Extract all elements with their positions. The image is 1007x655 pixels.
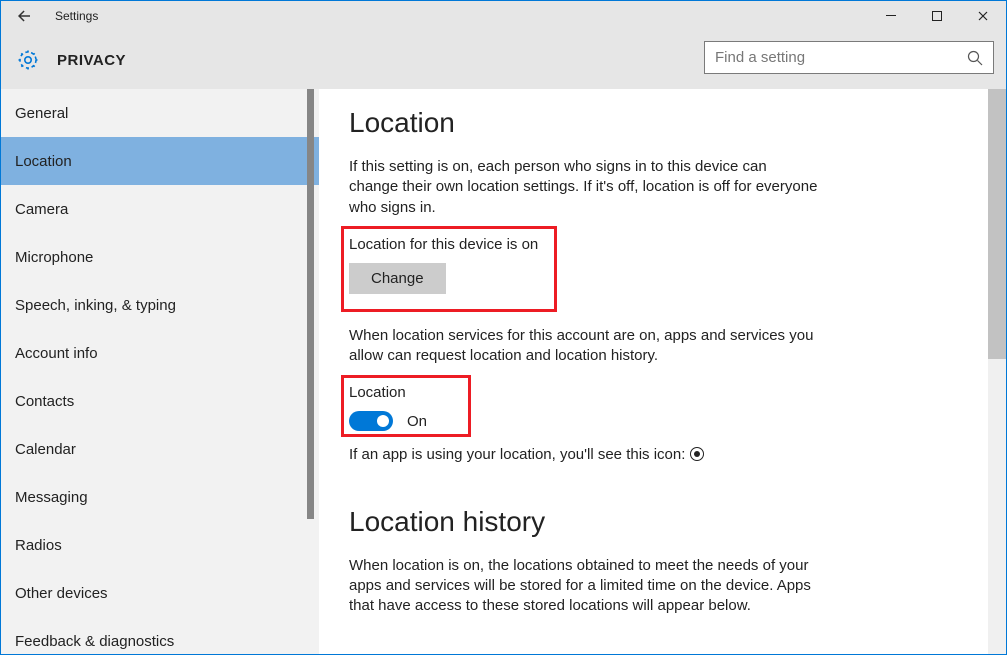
minimize-icon bbox=[886, 11, 896, 21]
location-toggle-label: Location bbox=[349, 384, 479, 401]
gear-icon bbox=[16, 48, 40, 72]
search-box[interactable] bbox=[704, 41, 994, 74]
location-toggle-block: Location On bbox=[349, 384, 479, 431]
sidebar-item-radios[interactable]: Radios bbox=[1, 521, 319, 569]
location-usage-icon-text: If an app is using your location, you'll… bbox=[349, 445, 819, 465]
subheader: PRIVACY bbox=[1, 31, 1006, 89]
sidebar-item-label: Account info bbox=[15, 345, 98, 362]
sidebar-item-label: Camera bbox=[15, 201, 68, 218]
content-scroll-thumb[interactable] bbox=[988, 89, 1006, 359]
search-icon bbox=[967, 50, 983, 66]
device-location-status-label: Location for this device is on bbox=[349, 236, 559, 253]
location-in-use-icon bbox=[690, 447, 704, 461]
sidebar-item-label: Microphone bbox=[15, 249, 93, 266]
sidebar-item-camera[interactable]: Camera bbox=[1, 185, 319, 233]
search-input[interactable] bbox=[715, 49, 961, 66]
location-services-description: When location services for this account … bbox=[349, 326, 819, 367]
sidebar-item-messaging[interactable]: Messaging bbox=[1, 473, 319, 521]
toggle-knob bbox=[377, 415, 389, 427]
location-history-description: When location is on, the locations obtai… bbox=[349, 556, 819, 617]
category-title: PRIVACY bbox=[57, 52, 126, 69]
content: Location If this setting is on, each per… bbox=[319, 89, 988, 654]
close-icon bbox=[978, 11, 988, 21]
change-button[interactable]: Change bbox=[349, 263, 446, 294]
titlebar: Settings bbox=[1, 1, 1006, 31]
sidebar-item-other-devices[interactable]: Other devices bbox=[1, 569, 319, 617]
page-heading-location: Location bbox=[349, 107, 988, 139]
maximize-button[interactable] bbox=[914, 1, 960, 31]
minimize-button[interactable] bbox=[868, 1, 914, 31]
location-description: If this setting is on, each person who s… bbox=[349, 157, 819, 218]
sidebar-item-feedback-diagnostics[interactable]: Feedback & diagnostics bbox=[1, 617, 319, 654]
location-toggle[interactable] bbox=[349, 411, 393, 431]
sidebar-item-general[interactable]: General bbox=[1, 89, 319, 137]
sidebar-item-location[interactable]: Location bbox=[1, 137, 319, 185]
location-toggle-row: On bbox=[349, 411, 479, 431]
close-button[interactable] bbox=[960, 1, 1006, 31]
settings-window: Settings PRIVACY bbox=[0, 0, 1007, 655]
sidebar-item-speech-inking-typing[interactable]: Speech, inking, & typing bbox=[1, 281, 319, 329]
settings-gear-icon bbox=[13, 48, 43, 72]
sidebar-item-contacts[interactable]: Contacts bbox=[1, 377, 319, 425]
location-toggle-state: On bbox=[407, 413, 427, 430]
sidebar-scrollbar[interactable] bbox=[307, 89, 314, 654]
sidebar-item-label: Other devices bbox=[15, 585, 108, 602]
back-button[interactable] bbox=[1, 1, 47, 31]
sidebar-list: General Location Camera Microphone Speech, i… bbox=[1, 89, 319, 654]
location-usage-icon-text-prefix: If an app is using your location, you'll… bbox=[349, 446, 690, 463]
back-arrow-icon bbox=[15, 7, 33, 25]
sidebar-item-label: Radios bbox=[15, 537, 62, 554]
sidebar-item-account-info[interactable]: Account info bbox=[1, 329, 319, 377]
sidebar-item-label: Contacts bbox=[15, 393, 74, 410]
sidebar: General Location Camera Microphone Speech, i… bbox=[1, 89, 319, 654]
window-controls bbox=[868, 1, 1006, 31]
sidebar-item-microphone[interactable]: Microphone bbox=[1, 233, 319, 281]
sidebar-item-label: Calendar bbox=[15, 441, 76, 458]
body: General Location Camera Microphone Speech, i… bbox=[1, 89, 1006, 654]
content-scrollbar[interactable] bbox=[988, 89, 1006, 654]
sidebar-item-calendar[interactable]: Calendar bbox=[1, 425, 319, 473]
device-location-block: Location for this device is on Change bbox=[349, 236, 559, 300]
sidebar-scroll-thumb[interactable] bbox=[307, 89, 314, 519]
sidebar-item-label: General bbox=[15, 105, 68, 122]
sidebar-item-label: Speech, inking, & typing bbox=[15, 297, 176, 314]
sidebar-item-label: Location bbox=[15, 153, 72, 170]
sidebar-item-label: Messaging bbox=[15, 489, 88, 506]
page-heading-location-history: Location history bbox=[349, 506, 988, 538]
window-title: Settings bbox=[55, 9, 98, 23]
maximize-icon bbox=[932, 11, 942, 21]
content-area: Location If this setting is on, each per… bbox=[319, 89, 1006, 654]
sidebar-item-label: Feedback & diagnostics bbox=[15, 633, 174, 650]
